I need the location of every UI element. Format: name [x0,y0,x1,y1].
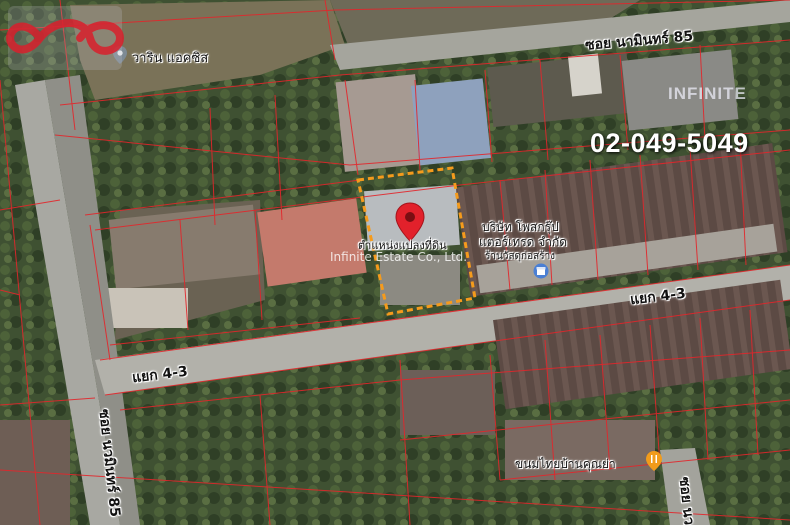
company-label-line3: ร้านวัสดุก่อสร้าง [485,251,556,262]
shop-label-bottom: ขนมไทยบ้านคุณย่า [515,457,616,471]
watermark-text: Infinite Estate Co., Ltd. [330,250,468,264]
infinity-logo-icon [5,6,125,70]
food-icon[interactable] [645,450,663,472]
shop-icon[interactable] [533,263,549,279]
logo-text: INFINITE [668,84,747,103]
poi-label-top: วาริน แอคซิส [132,51,209,66]
phone-number: 02-049-5049 [590,128,749,158]
map-canvas[interactable]: ซอย นามินทร์ 85 แยก 4-3 แยก 4-3 ซอย นวมิ… [0,0,790,525]
